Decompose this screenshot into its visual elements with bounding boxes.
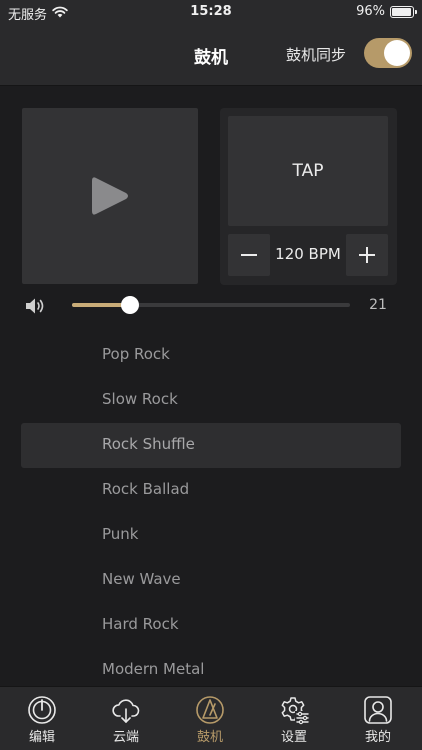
knob-icon	[28, 696, 56, 724]
tab-cloud[interactable]: 云端	[84, 687, 168, 750]
tab-profile[interactable]: 我的	[336, 687, 420, 750]
list-item[interactable]: Rock Ballad	[21, 468, 401, 513]
play-icon	[92, 177, 128, 215]
battery-percent: 96%	[356, 4, 385, 19]
volume-slider[interactable]	[72, 296, 350, 314]
list-item-label: Punk	[102, 525, 139, 543]
tab-drum-machine[interactable]: 鼓机	[168, 687, 252, 750]
list-item-label: Rock Ballad	[102, 480, 190, 498]
volume-value: 21	[369, 297, 387, 313]
list-item-label: Pop Rock	[102, 345, 170, 363]
sync-toggle[interactable]	[364, 38, 412, 68]
list-item-label: Hard Rock	[102, 615, 179, 633]
tempo-panel: TAP 120 BPM	[220, 108, 397, 285]
list-item[interactable]: Slow Rock	[21, 378, 401, 423]
tab-bar: 编辑 云端 鼓机 设置 我的	[0, 686, 422, 750]
volume-slider-thumb[interactable]	[121, 296, 139, 314]
list-item[interactable]: New Wave	[21, 558, 401, 603]
tab-label: 编辑	[28, 730, 55, 745]
list-item[interactable]: Rock Shuffle	[21, 423, 401, 468]
list-item-label: New Wave	[102, 570, 181, 588]
user-icon	[364, 696, 392, 724]
plus-icon	[359, 247, 375, 263]
list-item[interactable]: Modern Metal	[21, 648, 401, 686]
list-item-label: Slow Rock	[102, 390, 178, 408]
list-item[interactable]: Pop Rock	[21, 333, 401, 378]
tab-settings[interactable]: 设置	[252, 687, 336, 750]
sync-label: 鼓机同步	[286, 46, 347, 64]
tab-label: 我的	[364, 730, 391, 745]
speaker-icon	[24, 296, 48, 320]
tab-edit[interactable]: 编辑	[0, 687, 84, 750]
minus-icon	[241, 254, 257, 256]
list-item[interactable]: Punk	[21, 513, 401, 558]
tab-label: 设置	[280, 730, 307, 745]
list-item[interactable]: Hard Rock	[21, 603, 401, 648]
tap-button[interactable]: TAP	[228, 116, 388, 226]
list-item-label: Rock Shuffle	[102, 435, 195, 453]
cloud-download-icon	[112, 699, 140, 723]
play-button[interactable]	[22, 108, 198, 284]
tap-label: TAP	[292, 161, 324, 181]
tab-label: 云端	[112, 730, 139, 745]
bpm-increase-button[interactable]	[346, 234, 388, 276]
gear-sliders-icon	[281, 697, 309, 725]
status-bar: 无服务 15:28 96%	[0, 0, 422, 24]
bpm-value: 120 BPM	[275, 245, 341, 263]
nav-bar: 鼓机 鼓机同步	[0, 24, 422, 86]
drum-style-list: Pop Rock Slow Rock Rock Shuffle Rock Bal…	[0, 333, 422, 686]
battery-icon	[390, 5, 417, 18]
tab-label: 鼓机	[196, 730, 223, 745]
toggle-knob	[384, 40, 410, 66]
list-item-label: Modern Metal	[102, 660, 205, 678]
bpm-decrease-button[interactable]	[228, 234, 270, 276]
page-title: 鼓机	[194, 48, 228, 68]
metronome-icon	[196, 696, 224, 724]
